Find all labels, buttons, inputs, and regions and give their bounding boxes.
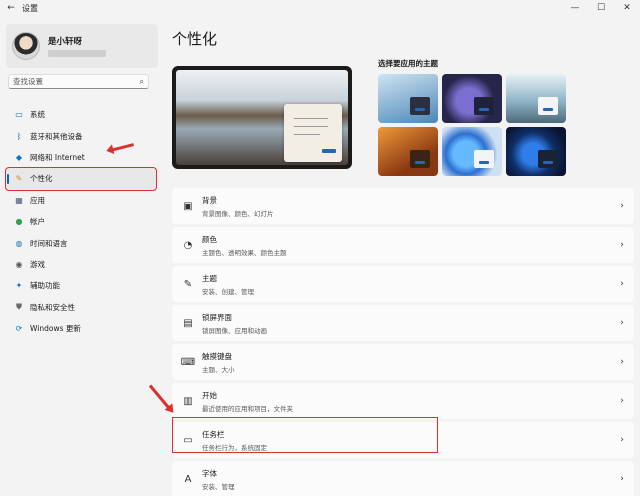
- row-subtitle: 锁屏图像、应用和动画: [202, 326, 267, 335]
- sidebar-item-label: 蓝牙和其他设备: [30, 131, 83, 141]
- sidebar-item-accounts[interactable]: ● 帐户: [6, 211, 156, 232]
- minimize-button[interactable]: —: [562, 0, 588, 16]
- setting-background[interactable]: ▣ 背景 背景图像、颜色、幻灯片 ›: [172, 188, 634, 224]
- search-box[interactable]: ⌕: [8, 74, 149, 89]
- sidebar-item-system[interactable]: ▭ 系统: [6, 104, 156, 125]
- font-icon: A: [184, 473, 192, 485]
- sidebar-item-label: 帐户: [30, 217, 45, 227]
- palette-icon: ◔: [183, 239, 193, 251]
- sidebar-item-label: 系统: [30, 110, 45, 120]
- windows-update-icon: ⟳: [15, 324, 23, 334]
- sidebar-item-label: 隐私和安全性: [30, 302, 75, 312]
- sidebar-item-label: 辅助功能: [30, 281, 60, 291]
- setting-themes[interactable]: ✎ 主题 安装、创建、管理 ›: [172, 266, 634, 302]
- themes-label: 选择要应用的主题: [378, 59, 438, 68]
- sidebar-item-label: Windows 更新: [30, 324, 81, 334]
- page-title: 个性化: [172, 30, 218, 48]
- chevron-right-icon: ›: [620, 396, 624, 406]
- preview-wallpaper: [176, 70, 348, 165]
- row-title: 开始: [202, 390, 217, 400]
- system-icon: ▭: [15, 110, 23, 120]
- close-button[interactable]: ✕: [614, 0, 640, 16]
- theme-2[interactable]: [442, 74, 502, 123]
- sidebar-item-privacy[interactable]: ⛊ 隐私和安全性: [6, 297, 156, 318]
- sidebar-item-gaming[interactable]: ◉ 游戏: [6, 254, 156, 275]
- sidebar-item-label: 游戏: [30, 259, 45, 269]
- chevron-right-icon: ›: [620, 435, 624, 445]
- setting-start[interactable]: ▥ 开始 最近使用的应用和项目，文件夹 ›: [172, 383, 634, 419]
- chevron-right-icon: ›: [620, 318, 624, 328]
- row-subtitle: 安装、管理: [202, 482, 235, 491]
- bluetooth-icon: ᛒ: [16, 131, 22, 141]
- accessibility-icon: ✦: [15, 281, 23, 291]
- search-icon[interactable]: ⌕: [140, 77, 144, 87]
- row-subtitle: 主题、大小: [202, 365, 235, 374]
- sidebar-item-network[interactable]: ◆ 网络和 Internet: [6, 147, 156, 168]
- row-subtitle: 主题色、透明效果、颜色主题: [202, 248, 287, 257]
- theme-6[interactable]: [506, 127, 566, 176]
- brush-icon: ✎: [15, 174, 23, 184]
- shield-icon: ⛊: [16, 302, 22, 312]
- chevron-right-icon: ›: [620, 201, 624, 211]
- sidebar-item-label: 应用: [30, 195, 45, 205]
- row-subtitle: 背景图像、颜色、幻灯片: [202, 209, 274, 218]
- row-title: 任务栏: [202, 429, 225, 439]
- sidebar-item-label: 时间和语言: [30, 238, 68, 248]
- setting-colors[interactable]: ◔ 颜色 主题色、透明效果、颜色主题 ›: [172, 227, 634, 263]
- lock-screen-icon: ▤: [183, 317, 193, 329]
- pen-icon: ✎: [183, 278, 193, 290]
- row-subtitle: 安装、创建、管理: [202, 287, 254, 296]
- avatar: [12, 32, 40, 60]
- sidebar: 是小轩呀 ⌕ ▭ 系统 ᛒ 蓝牙和其他设备 ◆ 网络和 Internet ✎ 个…: [0, 16, 160, 496]
- theme-5[interactable]: [442, 127, 502, 176]
- theme-4[interactable]: [378, 127, 438, 176]
- chevron-right-icon: ›: [620, 240, 624, 250]
- row-title: 锁屏界面: [202, 312, 232, 322]
- picture-icon: ▣: [183, 200, 193, 212]
- sidebar-item-accessibility[interactable]: ✦ 辅助功能: [6, 275, 156, 296]
- setting-fonts[interactable]: A 字体 安装、管理 ›: [172, 461, 634, 496]
- sidebar-item-windows-update[interactable]: ⟳ Windows 更新: [6, 318, 156, 339]
- sidebar-item-apps[interactable]: ▦ 应用: [6, 190, 156, 211]
- theme-preview: [172, 66, 352, 169]
- setting-touch-keyboard[interactable]: ⌨ 触摸键盘 主题、大小 ›: [172, 344, 634, 380]
- wifi-icon: ◆: [15, 152, 23, 162]
- user-profile[interactable]: 是小轩呀: [6, 24, 158, 68]
- row-title: 字体: [202, 468, 217, 478]
- chevron-right-icon: ›: [620, 357, 624, 367]
- maximize-button[interactable]: ☐: [588, 0, 614, 16]
- row-title: 主题: [202, 273, 217, 283]
- account-icon: ●: [15, 217, 23, 227]
- row-title: 颜色: [202, 234, 217, 244]
- sidebar-item-label: 个性化: [30, 174, 53, 184]
- main-content: 个性化 选择要应用的主题 ▣ 背景 背景图像、颜色、幻灯片 › ◔ 颜色 主题色…: [164, 16, 640, 496]
- search-input[interactable]: [13, 77, 140, 86]
- sidebar-item-personalization[interactable]: ✎ 个性化: [5, 167, 157, 191]
- sidebar-nav: ▭ 系统 ᛒ 蓝牙和其他设备 ◆ 网络和 Internet ✎ 个性化 ▦ 应用…: [5, 104, 157, 339]
- globe-icon: ◍: [15, 238, 23, 248]
- chevron-right-icon: ›: [620, 279, 624, 289]
- window-title: 设置: [22, 3, 38, 13]
- title-bar: ← 设置 — ☐ ✕: [0, 0, 640, 16]
- back-arrow-icon[interactable]: ←: [0, 3, 22, 13]
- profile-name: 是小轩呀: [48, 37, 83, 47]
- taskbar-icon: ▭: [183, 434, 193, 446]
- gamepad-icon: ◉: [15, 259, 23, 269]
- theme-3[interactable]: [506, 74, 566, 123]
- theme-1[interactable]: [378, 74, 438, 123]
- chevron-right-icon: ›: [620, 474, 624, 484]
- sidebar-item-time-language[interactable]: ◍ 时间和语言: [6, 232, 156, 253]
- setting-taskbar[interactable]: ▭ 任务栏 任务栏行为，系统固定 ›: [172, 422, 634, 458]
- preview-window: [284, 104, 342, 162]
- keyboard-icon: ⌨: [180, 356, 196, 368]
- row-title: 触摸键盘: [202, 351, 232, 361]
- profile-email-redacted: [48, 50, 106, 57]
- sidebar-item-label: 网络和 Internet: [30, 152, 85, 162]
- start-icon: ▥: [183, 395, 193, 407]
- setting-lock-screen[interactable]: ▤ 锁屏界面 锁屏图像、应用和动画 ›: [172, 305, 634, 341]
- row-subtitle: 任务栏行为，系统固定: [202, 443, 267, 452]
- row-subtitle: 最近使用的应用和项目，文件夹: [202, 404, 293, 413]
- row-title: 背景: [202, 195, 217, 205]
- apps-icon: ▦: [15, 195, 23, 205]
